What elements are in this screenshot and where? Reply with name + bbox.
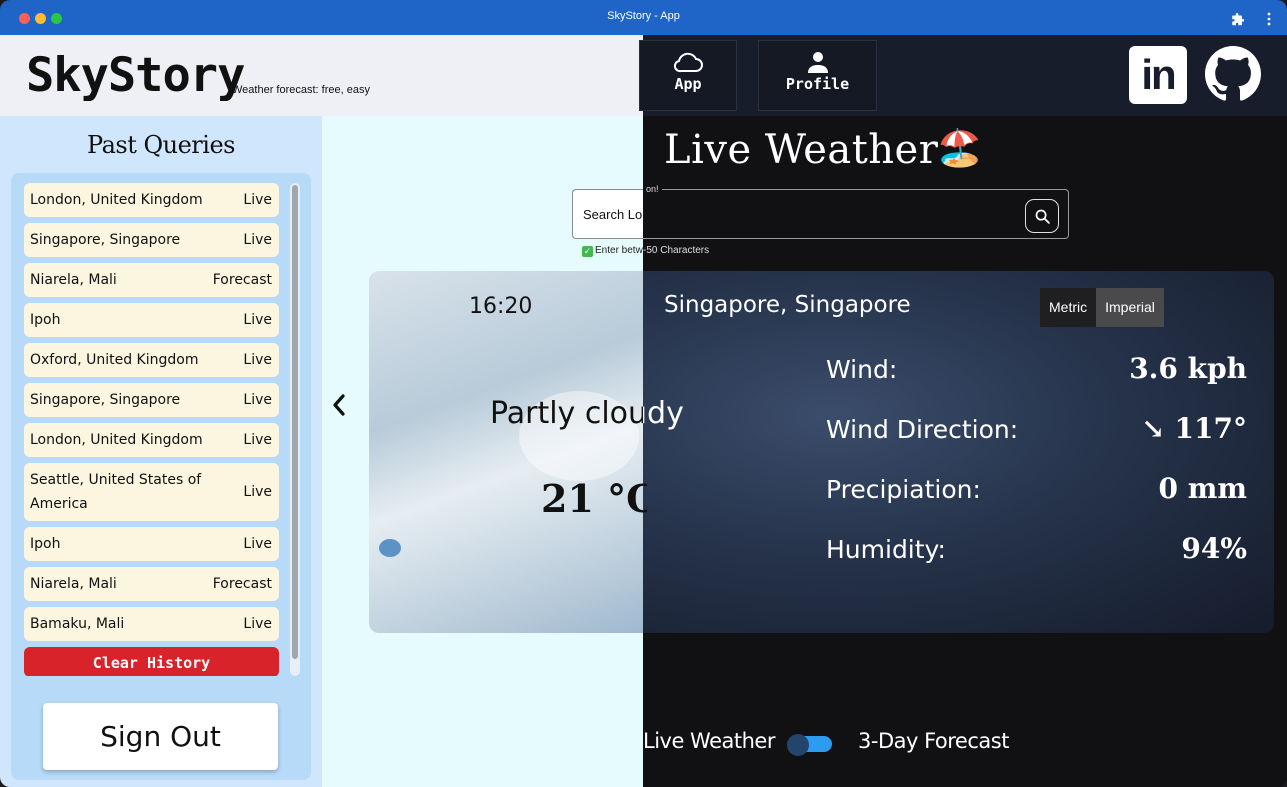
list-item[interactable]: Niarela, Mali Forecast <box>24 567 279 601</box>
query-type: Live <box>243 312 272 328</box>
search-placeholder: Search Lo <box>583 207 643 222</box>
search-input[interactable]: Search Lo <box>572 189 643 239</box>
query-location: London, United Kingdom <box>30 432 203 448</box>
query-type: Live <box>243 536 272 552</box>
toggle-live-label: Live Weather <box>643 729 775 753</box>
list-item[interactable]: Ipoh Live <box>24 303 279 337</box>
humidity-value: 94% <box>1181 532 1247 565</box>
weather-condition-dark-text: Partly cloudy <box>643 396 684 431</box>
list-item[interactable]: Bamaku, Mali Live <box>24 607 279 641</box>
list-item[interactable]: Oxford, United Kingdom Live <box>24 343 279 377</box>
weather-condition: Partly cloudy <box>490 396 643 431</box>
app-window: SkyStory - App SkyStory Weather forecast… <box>0 0 1287 787</box>
sign-out-button[interactable]: Sign Out <box>43 703 278 770</box>
query-type: Live <box>243 352 272 368</box>
query-location: London, United Kingdom <box>30 192 203 208</box>
query-location: Singapore, Singapore <box>30 232 181 248</box>
search-button[interactable] <box>1025 199 1059 233</box>
query-location: Ipoh <box>30 536 61 552</box>
weather-condition-dark: Partly cloudy <box>643 396 713 436</box>
list-item[interactable]: Seattle, United States of America Live <box>24 463 279 521</box>
toggle-forecast-label: 3-Day Forecast <box>858 729 1009 753</box>
toggle-knob[interactable] <box>787 734 809 756</box>
wind-direction-label: Wind Direction: <box>826 415 1019 444</box>
chevron-left-icon[interactable] <box>328 390 350 420</box>
search-hint: ✓ Enter between 3 -50 Characters <box>582 245 709 257</box>
cloud-icon <box>673 52 703 73</box>
hint-text-right: -50 Characters <box>643 245 710 256</box>
query-location: Oxford, United Kingdom <box>30 352 199 368</box>
list-item[interactable]: London, United Kingdom Live <box>24 423 279 457</box>
query-location: Niarela, Mali <box>30 272 117 288</box>
scrollbar-thumb[interactable] <box>292 185 298 659</box>
app-logo[interactable]: SkyStory <box>26 48 245 103</box>
nav-app-label: App <box>674 75 702 93</box>
query-type: Live <box>243 616 272 632</box>
sidebar-title: Past Queries <box>87 131 235 159</box>
query-type: Forecast <box>212 576 272 592</box>
query-location: Ipoh <box>30 312 61 328</box>
more-vert-icon[interactable] <box>1266 11 1272 30</box>
query-list[interactable]: London, United Kingdom Live Singapore, Si… <box>24 183 279 676</box>
weather-card-light <box>369 271 643 633</box>
list-item[interactable]: Singapore, Singapore Live <box>24 223 279 257</box>
query-type: Live <box>243 232 272 248</box>
units-toggle[interactable]: Metric Imperial <box>1040 288 1164 327</box>
forecast-toggle-switch[interactable] <box>787 734 832 756</box>
query-location: Niarela, Mali <box>30 576 117 592</box>
title-bar: SkyStory - App <box>0 0 1287 35</box>
nav-profile-button[interactable]: Profile <box>758 40 877 111</box>
query-type: Live <box>243 192 272 208</box>
wind-value: 3.6 kph <box>1129 352 1247 385</box>
local-time: 16:20 <box>469 294 533 319</box>
imperial-button[interactable]: Imperial <box>1096 288 1164 327</box>
wind-label: Wind: <box>826 355 898 384</box>
list-item[interactable]: Niarela, Mali Forecast <box>24 263 279 297</box>
metric-button[interactable]: Metric <box>1040 288 1097 327</box>
precipitation-value: 0 mm <box>1158 472 1247 505</box>
query-location: Seattle, United States of America <box>30 472 202 512</box>
temperature: 21 °C <box>541 476 647 521</box>
query-location: Singapore, Singapore <box>30 392 181 408</box>
page-title: Live Weather <box>664 127 939 173</box>
query-type: Forecast <box>212 272 272 288</box>
person-icon <box>807 52 828 73</box>
weather-card-dark <box>643 271 1274 633</box>
humidity-label: Humidity: <box>826 535 946 564</box>
nav-profile-label: Profile <box>785 75 850 93</box>
list-item[interactable]: Ipoh Live <box>24 527 279 561</box>
beach-umbrella-icon: 🏖️ <box>937 128 982 169</box>
query-type: Live <box>243 432 272 448</box>
list-item[interactable]: Singapore, Singapore Live <box>24 383 279 417</box>
query-location: Bamaku, Mali <box>30 616 125 632</box>
tagline: Weather forecast: free, easy <box>232 84 370 96</box>
search-icon <box>1035 209 1050 224</box>
query-type: Live <box>243 484 272 500</box>
query-type: Live <box>243 392 272 408</box>
puzzle-icon[interactable] <box>1231 11 1245 30</box>
wind-direction-value: ↘ 117° <box>1141 412 1247 445</box>
linkedin-icon[interactable]: in <box>1129 46 1187 104</box>
nav-app-button[interactable]: App <box>639 40 737 111</box>
clear-history-button[interactable]: Clear History <box>24 647 279 676</box>
list-item[interactable]: London, United Kingdom Live <box>24 183 279 217</box>
location-name: Singapore, Singapore <box>664 292 911 318</box>
search-input-dark[interactable] <box>643 189 1069 239</box>
search-floating-label: on! <box>643 183 662 195</box>
precipitation-label: Precipiation: <box>826 475 981 504</box>
header-dark <box>643 35 1287 116</box>
github-icon[interactable] <box>1205 46 1261 102</box>
check-icon: ✓ <box>582 246 593 257</box>
window-title: SkyStory - App <box>607 10 680 22</box>
